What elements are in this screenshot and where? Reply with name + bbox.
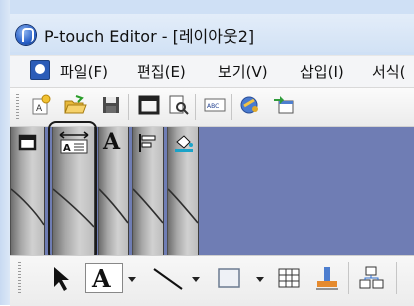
toolbar-separator (128, 94, 129, 120)
toolbar-grip[interactable] (18, 262, 21, 294)
transfer-icon[interactable] (272, 94, 294, 116)
rectangle-tool-dropdown-icon[interactable] (256, 277, 264, 282)
side-tab-page[interactable] (10, 127, 45, 255)
line-tool-dropdown-icon[interactable] (192, 277, 200, 282)
document-menu-icon[interactable] (30, 60, 50, 80)
line-tool-icon[interactable] (150, 263, 186, 293)
wizard-icon[interactable] (238, 94, 260, 116)
highlight-box (48, 121, 97, 261)
svg-text:ABC: ABC (207, 103, 219, 110)
new-layout-icon[interactable]: A (30, 94, 52, 116)
side-tab-fill[interactable] (167, 127, 199, 255)
menu-format[interactable]: 서식( (372, 61, 405, 82)
text-tool-icon: A (92, 264, 111, 293)
p-touch-app-icon[interactable] (16, 25, 36, 45)
chart-tool-icon[interactable] (312, 263, 342, 293)
select-arrow-icon[interactable] (48, 263, 78, 293)
window-frame (0, 0, 10, 305)
toolbar-separator (231, 94, 232, 120)
spell-check-icon[interactable]: ABC (203, 94, 226, 116)
toolbar-separator (348, 262, 349, 294)
rectangle-tool-icon[interactable] (214, 263, 244, 293)
open-folder-icon[interactable] (63, 94, 87, 116)
toolbar-separator (396, 262, 397, 294)
side-tab-text-style[interactable]: A (98, 127, 129, 255)
window-frame-icon[interactable] (137, 94, 160, 116)
text-tool-dropdown-icon[interactable] (128, 277, 136, 282)
menu-edit[interactable]: 편집(E) (137, 61, 186, 82)
text-tool-button[interactable]: A (85, 263, 123, 293)
window-title: P-touch Editor - [레이아웃2] (44, 27, 255, 46)
clipart-tool-icon[interactable] (356, 263, 386, 293)
table-tool-icon[interactable] (274, 263, 304, 293)
menu-view[interactable]: 보기(V) (218, 61, 268, 82)
toolbar-grip[interactable] (16, 94, 19, 120)
font-letter-icon: A (103, 129, 121, 155)
print-preview-icon[interactable] (167, 94, 189, 116)
svg-text:A: A (36, 104, 43, 114)
toolbar-separator (195, 94, 196, 120)
side-tab-alignment[interactable] (132, 127, 164, 255)
menu-file[interactable]: 파일(F) (60, 61, 108, 82)
save-icon[interactable] (100, 94, 122, 116)
menu-insert[interactable]: 삽입(I) (300, 61, 344, 82)
